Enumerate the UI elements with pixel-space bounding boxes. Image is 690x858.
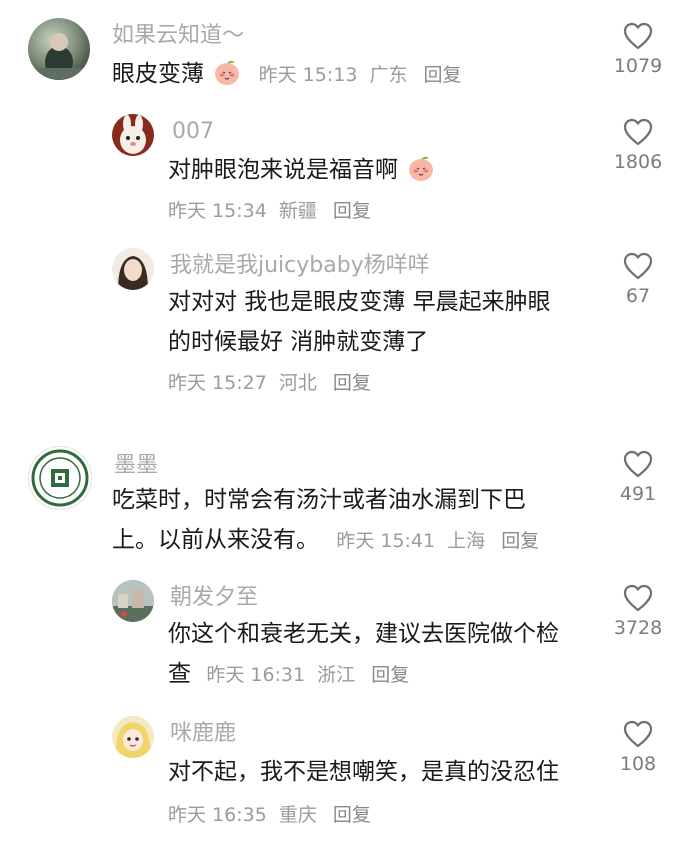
comment-text: 对对对 我也是眼皮变薄 早晨起来肿眼 的时候最好 消肿就变薄了 bbox=[168, 282, 551, 362]
like-button[interactable]: 67 bbox=[608, 252, 668, 307]
comment-location: 浙江 bbox=[317, 664, 356, 686]
comment-time: 昨天 15:41 bbox=[336, 530, 436, 552]
comment-username[interactable]: 如果云知道～ bbox=[112, 22, 244, 50]
like-button[interactable]: 3728 bbox=[608, 584, 668, 639]
like-count: 67 bbox=[625, 285, 651, 307]
comment-text: 对不起，我不是想嘲笑，是真的没忍住 bbox=[168, 752, 559, 792]
comment-location: 广东 bbox=[369, 64, 408, 86]
comment-text-line: 对肿眼泡来说是福音啊 bbox=[168, 157, 398, 183]
comment-username[interactable]: 007 bbox=[172, 118, 214, 146]
avatar-image bbox=[112, 248, 154, 290]
heart-outline-icon bbox=[623, 118, 653, 146]
like-count: 1079 bbox=[613, 55, 663, 77]
avatar-image bbox=[112, 114, 154, 156]
reply-button[interactable]: 回复 bbox=[333, 372, 371, 394]
avatar[interactable] bbox=[112, 248, 154, 290]
reply-button[interactable]: 回复 bbox=[371, 664, 409, 686]
like-button[interactable]: 1806 bbox=[608, 118, 668, 173]
heart-outline-icon bbox=[623, 22, 653, 50]
peach-emoji-icon bbox=[215, 60, 240, 85]
reply-button[interactable]: 回复 bbox=[424, 64, 462, 86]
like-count: 108 bbox=[619, 753, 657, 775]
comment-meta: 昨天 15:13 广东 回复 bbox=[259, 64, 468, 86]
like-count: 491 bbox=[619, 483, 657, 505]
comment-text: 眼皮变薄 昨天 15:13 广东 回复 bbox=[112, 54, 468, 95]
comment-username[interactable]: 墨墨 bbox=[114, 452, 158, 480]
avatar-image bbox=[112, 716, 154, 758]
comment-text-line: 的时候最好 消肿就变薄了 bbox=[168, 329, 429, 355]
avatar[interactable] bbox=[112, 114, 154, 156]
heart-outline-icon bbox=[623, 720, 653, 748]
comment-text-line: 对不起，我不是想嘲笑，是真的没忍住 bbox=[168, 759, 559, 785]
avatar[interactable] bbox=[112, 716, 154, 758]
heart-outline-icon bbox=[623, 450, 653, 478]
reply-button[interactable]: 回复 bbox=[501, 530, 539, 552]
like-button[interactable]: 1079 bbox=[608, 22, 668, 77]
comment-text-line: 你这个和衰老无关，建议去医院做个检 bbox=[168, 621, 559, 647]
like-count: 1806 bbox=[613, 151, 663, 173]
avatar[interactable] bbox=[28, 446, 92, 510]
like-button[interactable]: 491 bbox=[608, 450, 668, 505]
comment-meta: 昨天 16:31 浙江 回复 bbox=[206, 664, 415, 686]
comment-text-line: 上。以前从来没有。 bbox=[112, 527, 319, 553]
comment-text-line: 对对对 我也是眼皮变薄 早晨起来肿眼 bbox=[168, 289, 551, 315]
comment-username[interactable]: 咪鹿鹿 bbox=[170, 720, 236, 748]
comment-text: 对肿眼泡来说是福音啊 bbox=[168, 150, 435, 190]
comment-location: 河北 bbox=[278, 372, 317, 394]
avatar-image bbox=[28, 33, 90, 80]
peach-emoji-icon bbox=[409, 156, 434, 181]
comment-username[interactable]: 我就是我juicybaby杨咩咩 bbox=[170, 252, 430, 280]
comment-time: 昨天 15:34 bbox=[168, 200, 267, 222]
comment-time: 昨天 16:35 bbox=[168, 804, 267, 826]
comment-text: 你这个和衰老无关，建议去医院做个检 查 昨天 16:31 浙江 回复 bbox=[168, 614, 559, 695]
reply-button[interactable]: 回复 bbox=[333, 804, 371, 826]
comment-meta: 昨天 15:41 上海 回复 bbox=[336, 530, 545, 552]
heart-outline-icon bbox=[623, 584, 653, 612]
avatar[interactable] bbox=[112, 580, 154, 622]
avatar[interactable] bbox=[28, 18, 90, 80]
comment-meta: 昨天 15:27 河北 回复 bbox=[168, 368, 377, 395]
comment-text-line: 吃菜时，时常会有汤汁或者油水漏到下巴 bbox=[112, 487, 526, 513]
heart-outline-icon bbox=[623, 252, 653, 280]
reply-button[interactable]: 回复 bbox=[333, 200, 371, 222]
comment-text-line: 眼皮变薄 bbox=[112, 61, 204, 87]
comment-time: 昨天 15:13 bbox=[258, 64, 358, 86]
comment-meta: 昨天 16:35 重庆 回复 bbox=[168, 800, 377, 827]
comment-meta: 昨天 15:34 新疆 回复 bbox=[168, 196, 377, 223]
avatar-image bbox=[112, 580, 154, 622]
comment-text-line: 查 bbox=[168, 661, 191, 687]
comment-location: 新疆 bbox=[278, 200, 317, 222]
like-button[interactable]: 108 bbox=[608, 720, 668, 775]
comment-time: 昨天 15:27 bbox=[168, 372, 267, 394]
comment-location: 上海 bbox=[447, 530, 486, 552]
comment-text: 吃菜时，时常会有汤汁或者油水漏到下巴 上。以前从来没有。 昨天 15:41 上海… bbox=[112, 480, 545, 561]
comment-location: 重庆 bbox=[278, 804, 317, 826]
avatar-image bbox=[31, 449, 89, 507]
comment-username[interactable]: 朝发夕至 bbox=[170, 584, 258, 612]
comment-time: 昨天 16:31 bbox=[206, 664, 306, 686]
like-count: 3728 bbox=[613, 617, 663, 639]
